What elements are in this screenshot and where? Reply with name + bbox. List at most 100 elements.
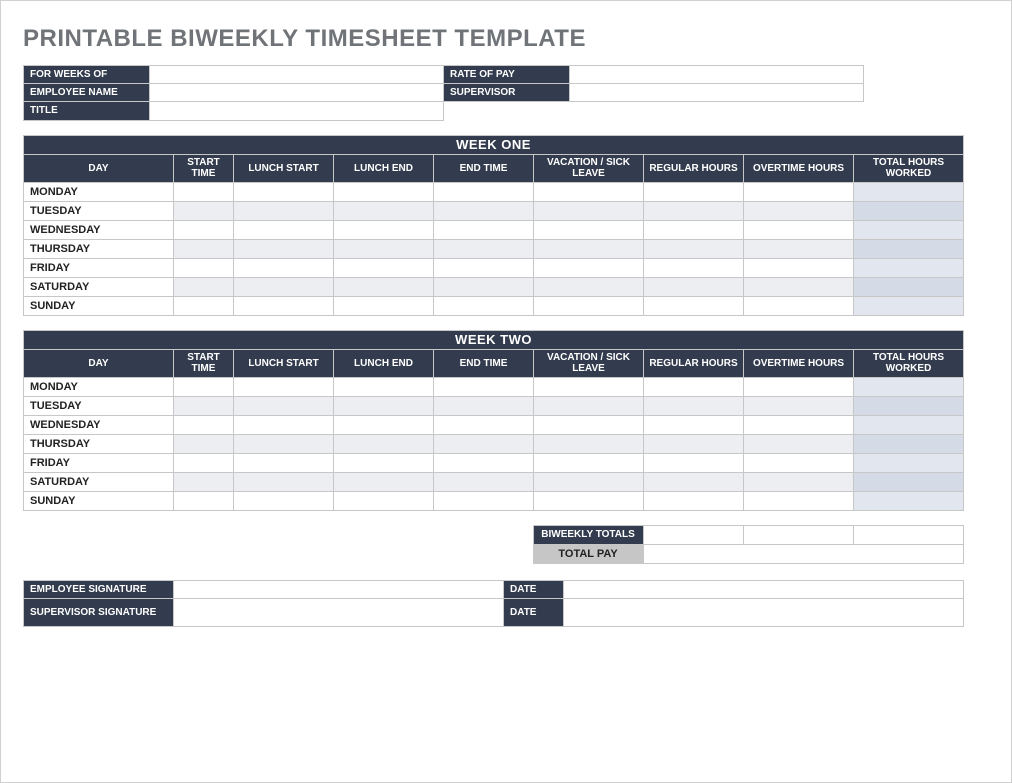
cell[interactable] xyxy=(744,201,854,220)
cell[interactable] xyxy=(334,415,434,434)
cell[interactable] xyxy=(534,296,644,315)
total-cell[interactable] xyxy=(854,472,964,491)
cell[interactable] xyxy=(534,491,644,510)
cell[interactable] xyxy=(434,396,534,415)
cell[interactable] xyxy=(644,277,744,296)
cell[interactable] xyxy=(334,220,434,239)
cell[interactable] xyxy=(744,396,854,415)
biweekly-hours-total[interactable] xyxy=(853,525,963,544)
supervisor-date-value[interactable] xyxy=(564,598,964,626)
cell[interactable] xyxy=(644,377,744,396)
cell[interactable] xyxy=(644,472,744,491)
cell[interactable] xyxy=(334,239,434,258)
cell[interactable] xyxy=(174,415,234,434)
cell[interactable] xyxy=(644,491,744,510)
cell[interactable] xyxy=(744,491,854,510)
total-cell[interactable] xyxy=(854,239,964,258)
cell[interactable] xyxy=(234,277,334,296)
cell[interactable] xyxy=(174,277,234,296)
cell[interactable] xyxy=(744,415,854,434)
cell[interactable] xyxy=(434,434,534,453)
cell[interactable] xyxy=(534,201,644,220)
cell[interactable] xyxy=(434,258,534,277)
cell[interactable] xyxy=(174,182,234,201)
cell[interactable] xyxy=(234,239,334,258)
total-cell[interactable] xyxy=(854,453,964,472)
cell[interactable] xyxy=(534,472,644,491)
cell[interactable] xyxy=(644,258,744,277)
cell[interactable] xyxy=(234,415,334,434)
cell[interactable] xyxy=(434,415,534,434)
for-weeks-of-value[interactable] xyxy=(150,66,444,84)
cell[interactable] xyxy=(534,453,644,472)
cell[interactable] xyxy=(174,258,234,277)
cell[interactable] xyxy=(534,258,644,277)
cell[interactable] xyxy=(644,201,744,220)
cell[interactable] xyxy=(234,491,334,510)
total-cell[interactable] xyxy=(854,258,964,277)
cell[interactable] xyxy=(744,220,854,239)
cell[interactable] xyxy=(334,472,434,491)
cell[interactable] xyxy=(434,277,534,296)
cell[interactable] xyxy=(644,453,744,472)
cell[interactable] xyxy=(644,415,744,434)
cell[interactable] xyxy=(334,201,434,220)
cell[interactable] xyxy=(234,434,334,453)
cell[interactable] xyxy=(744,453,854,472)
cell[interactable] xyxy=(334,277,434,296)
cell[interactable] xyxy=(534,239,644,258)
total-cell[interactable] xyxy=(854,277,964,296)
cell[interactable] xyxy=(434,201,534,220)
cell[interactable] xyxy=(334,296,434,315)
cell[interactable] xyxy=(434,453,534,472)
cell[interactable] xyxy=(334,396,434,415)
cell[interactable] xyxy=(534,182,644,201)
cell[interactable] xyxy=(334,491,434,510)
cell[interactable] xyxy=(234,396,334,415)
cell[interactable] xyxy=(534,415,644,434)
cell[interactable] xyxy=(174,396,234,415)
cell[interactable] xyxy=(744,182,854,201)
supervisor-signature-value[interactable] xyxy=(174,598,504,626)
employee-signature-value[interactable] xyxy=(174,580,504,598)
total-cell[interactable] xyxy=(854,396,964,415)
cell[interactable] xyxy=(234,201,334,220)
total-cell[interactable] xyxy=(854,296,964,315)
cell[interactable] xyxy=(334,434,434,453)
cell[interactable] xyxy=(174,453,234,472)
total-cell[interactable] xyxy=(854,182,964,201)
employee-date-value[interactable] xyxy=(564,580,964,598)
supervisor-value[interactable] xyxy=(570,84,864,102)
cell[interactable] xyxy=(434,220,534,239)
cell[interactable] xyxy=(744,296,854,315)
cell[interactable] xyxy=(534,396,644,415)
cell[interactable] xyxy=(644,296,744,315)
cell[interactable] xyxy=(334,258,434,277)
cell[interactable] xyxy=(434,377,534,396)
cell[interactable] xyxy=(644,182,744,201)
cell[interactable] xyxy=(434,239,534,258)
cell[interactable] xyxy=(534,377,644,396)
biweekly-overtime-total[interactable] xyxy=(743,525,853,544)
cell[interactable] xyxy=(434,296,534,315)
cell[interactable] xyxy=(434,491,534,510)
cell[interactable] xyxy=(174,239,234,258)
cell[interactable] xyxy=(174,201,234,220)
total-cell[interactable] xyxy=(854,377,964,396)
total-cell[interactable] xyxy=(854,434,964,453)
cell[interactable] xyxy=(744,258,854,277)
cell[interactable] xyxy=(744,434,854,453)
cell[interactable] xyxy=(744,377,854,396)
cell[interactable] xyxy=(174,220,234,239)
total-pay-value[interactable] xyxy=(643,544,963,563)
cell[interactable] xyxy=(174,472,234,491)
cell[interactable] xyxy=(644,396,744,415)
total-cell[interactable] xyxy=(854,491,964,510)
total-cell[interactable] xyxy=(854,201,964,220)
cell[interactable] xyxy=(744,277,854,296)
total-cell[interactable] xyxy=(854,220,964,239)
cell[interactable] xyxy=(234,472,334,491)
cell[interactable] xyxy=(434,472,534,491)
cell[interactable] xyxy=(434,182,534,201)
cell[interactable] xyxy=(334,453,434,472)
